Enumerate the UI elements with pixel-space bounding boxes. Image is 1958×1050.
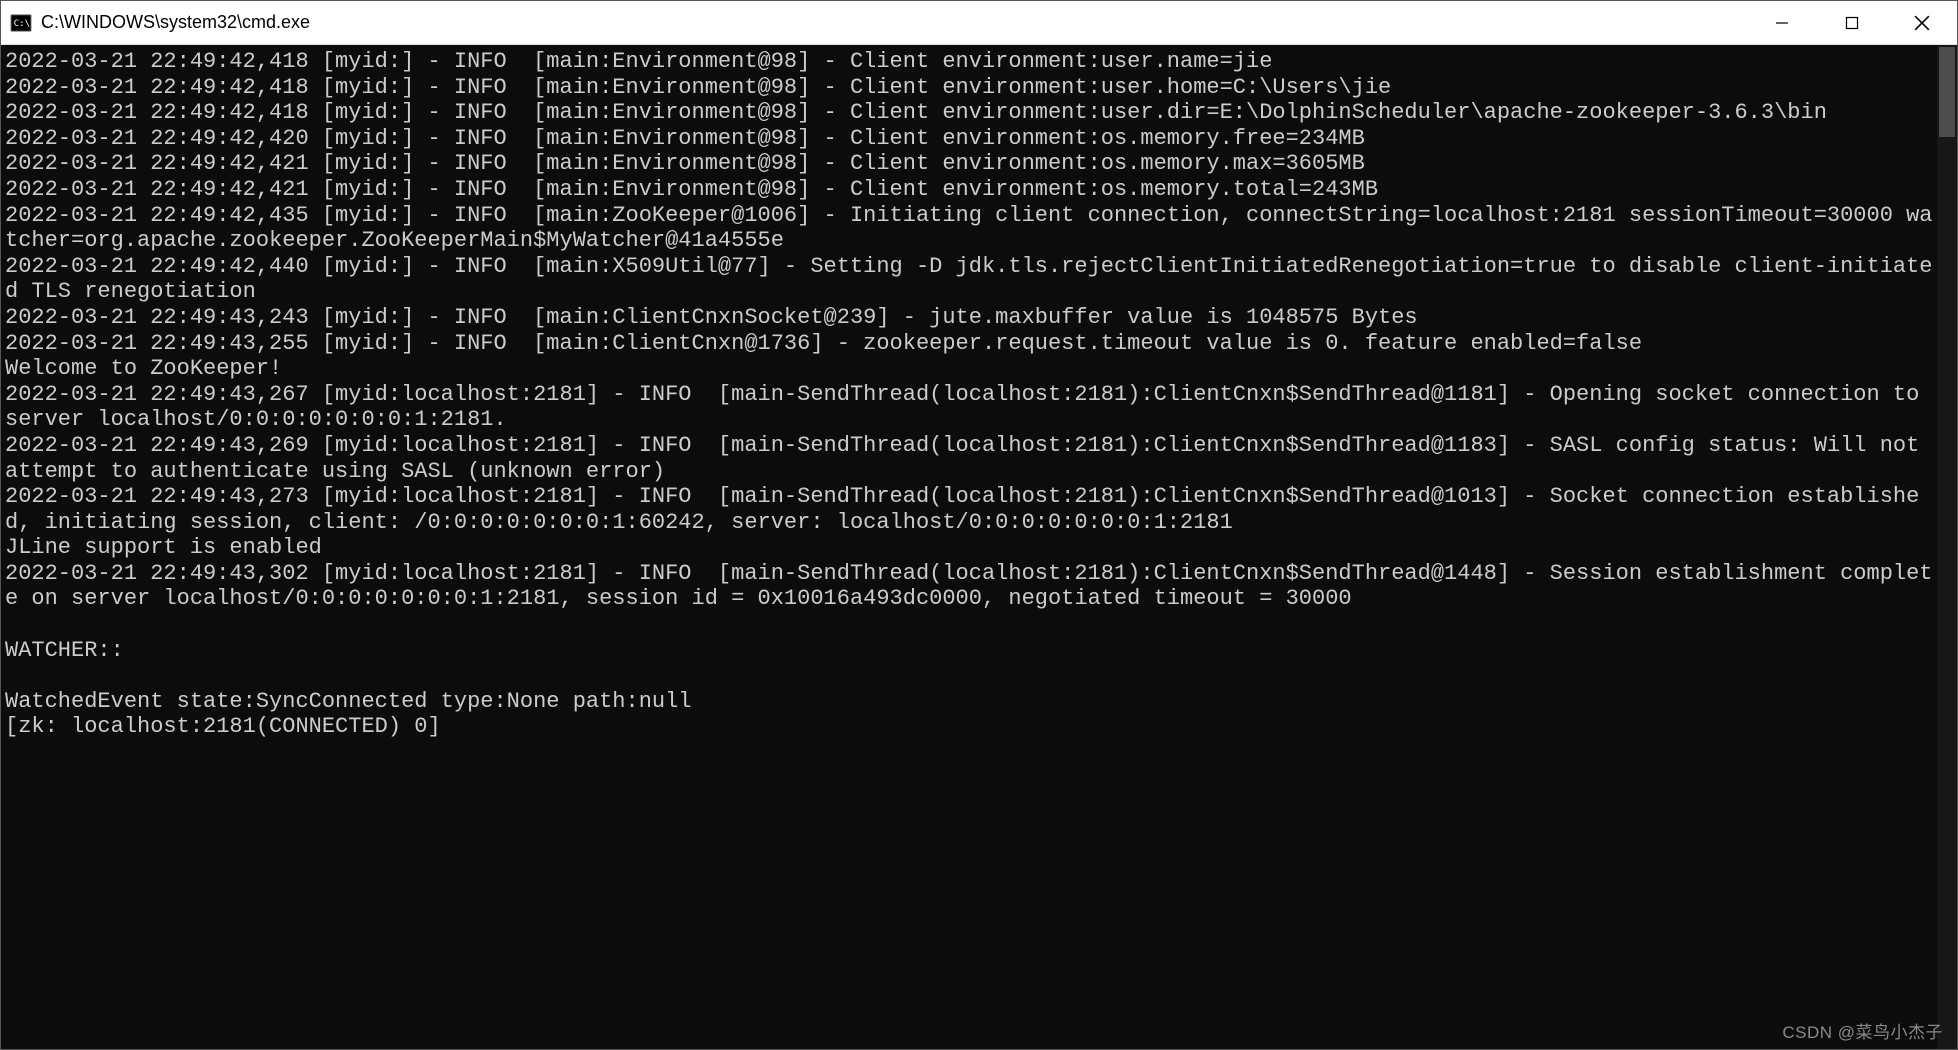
cmd-window: C:\ C:\WINDOWS\system32\cmd.exe 2022-03-… (0, 0, 1958, 1050)
cmd-icon: C:\ (9, 11, 33, 35)
terminal-output[interactable]: 2022-03-21 22:49:42,418 [myid:] - INFO [… (1, 45, 1937, 1049)
close-button[interactable] (1887, 1, 1957, 44)
maximize-button[interactable] (1817, 1, 1887, 44)
window-title: C:\WINDOWS\system32\cmd.exe (41, 12, 1747, 33)
minimize-button[interactable] (1747, 1, 1817, 44)
terminal-area: 2022-03-21 22:49:42,418 [myid:] - INFO [… (1, 45, 1957, 1049)
svg-text:C:\: C:\ (14, 17, 31, 28)
window-controls (1747, 1, 1957, 44)
titlebar[interactable]: C:\ C:\WINDOWS\system32\cmd.exe (1, 1, 1957, 45)
watermark-text: CSDN @菜鸟小杰子 (1782, 1018, 1943, 1043)
scrollbar-thumb[interactable] (1939, 47, 1955, 137)
scrollbar-track[interactable] (1937, 45, 1957, 1049)
